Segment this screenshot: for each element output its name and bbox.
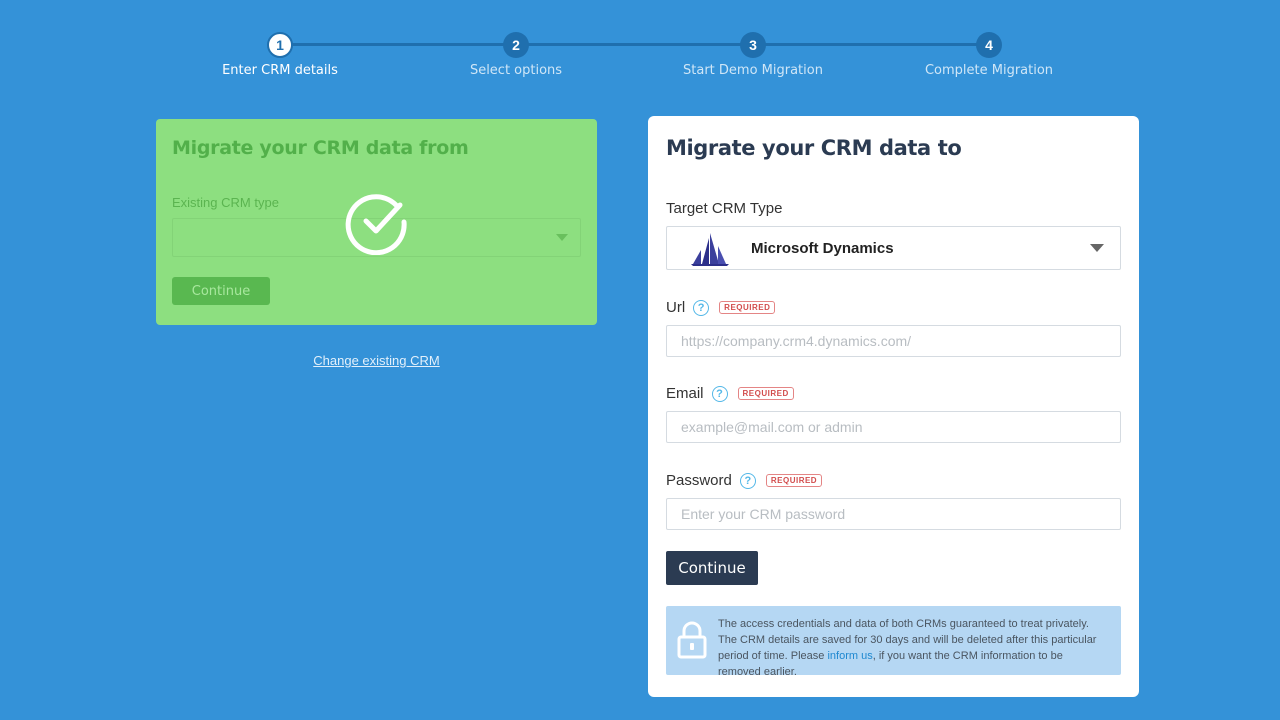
step-number: 4: [976, 32, 1002, 58]
change-existing-crm-link[interactable]: Change existing CRM: [156, 353, 597, 368]
target-crm-type-label-text: Target CRM Type: [666, 200, 783, 217]
lock-icon: [677, 621, 707, 659]
password-label-text: Password: [666, 472, 732, 489]
privacy-notice-text: The access credentials and data of both …: [718, 616, 1108, 680]
email-label: Email ? REQUIRED: [666, 385, 794, 402]
required-badge: REQUIRED: [765, 474, 823, 487]
existing-crm-type-label: Existing CRM type: [172, 195, 279, 210]
step-label: Enter CRM details: [222, 63, 338, 78]
target-crm-type-select[interactable]: Microsoft Dynamics: [666, 226, 1121, 270]
email-label-text: Email: [666, 385, 704, 402]
chevron-down-icon: [556, 234, 568, 241]
privacy-notice: The access credentials and data of both …: [666, 606, 1121, 678]
checkmark-circle-icon: [345, 194, 407, 255]
step-number: 3: [740, 32, 766, 58]
step-2: 2 Select options: [416, 32, 616, 78]
url-label: Url ? REQUIRED: [666, 299, 776, 316]
step-label: Start Demo Migration: [683, 63, 823, 78]
target-crm-type-value: Microsoft Dynamics: [751, 240, 894, 257]
target-crm-panel: Migrate your CRM data to Target CRM Type…: [648, 116, 1139, 697]
email-input[interactable]: [666, 411, 1121, 443]
source-continue-button[interactable]: Continue: [172, 277, 270, 305]
target-continue-button[interactable]: Continue: [666, 551, 758, 585]
step-number: 1: [267, 32, 293, 58]
step-4: 4 Complete Migration: [889, 32, 1089, 78]
url-input[interactable]: [666, 325, 1121, 357]
help-icon[interactable]: ?: [711, 385, 728, 402]
required-badge: REQUIRED: [737, 387, 794, 400]
inform-us-link[interactable]: inform us: [827, 650, 872, 662]
url-label-text: Url: [666, 299, 686, 316]
microsoft-dynamics-logo-icon: [691, 233, 729, 266]
target-crm-type-label: Target CRM Type: [666, 200, 782, 217]
target-panel-title: Migrate your CRM data to: [666, 136, 962, 160]
help-icon[interactable]: ?: [693, 299, 710, 316]
step-label: Complete Migration: [924, 63, 1054, 78]
help-icon[interactable]: ?: [739, 472, 756, 489]
chevron-down-icon: [1090, 244, 1104, 252]
step-number: 2: [503, 32, 529, 58]
required-badge: REQUIRED: [719, 301, 776, 314]
stepper-line: [280, 43, 990, 46]
step-1: 1 Enter CRM details: [180, 32, 380, 78]
step-label: Select options: [469, 63, 563, 78]
source-crm-panel: Migrate your CRM data from Existing CRM …: [156, 119, 597, 325]
source-panel-title: Migrate your CRM data from: [172, 137, 469, 159]
password-input[interactable]: [666, 498, 1121, 530]
step-3: 3 Start Demo Migration: [653, 32, 853, 78]
password-label: Password ? REQUIRED: [666, 472, 823, 489]
